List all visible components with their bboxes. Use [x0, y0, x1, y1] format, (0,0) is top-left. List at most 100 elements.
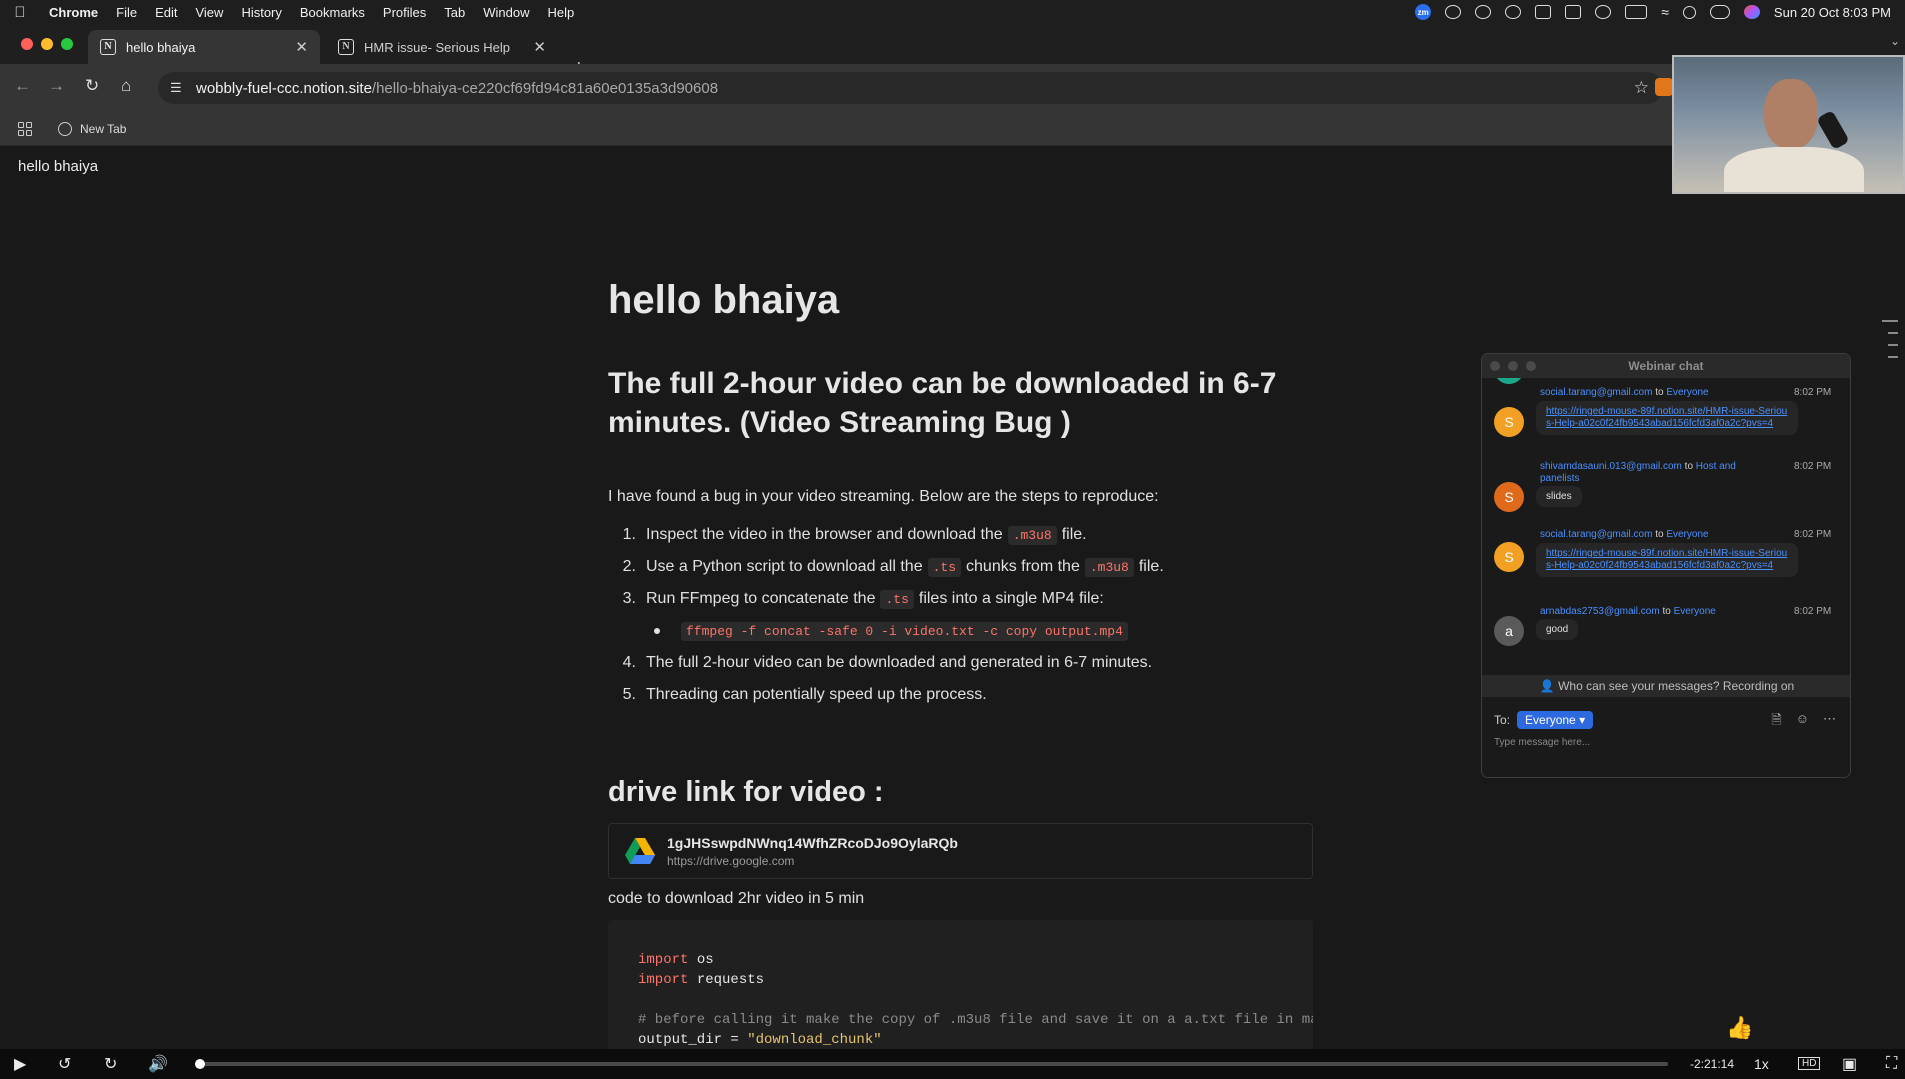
menu-profiles[interactable]: Profiles — [374, 5, 435, 20]
close-icon[interactable]: ✕ — [533, 38, 546, 56]
chat-message-input[interactable]: Type message here... — [1494, 737, 1590, 748]
list-number: 2. — [622, 558, 636, 575]
chat-visibility-banner[interactable]: 👤 Who can see your messages? Recording o… — [1482, 675, 1850, 697]
battery-icon[interactable] — [1625, 5, 1648, 19]
chat-close-button[interactable] — [1490, 361, 1500, 371]
hd-icon[interactable]: HD — [1798, 1057, 1821, 1070]
chat-banner-text: Who can see your messages? Recording on — [1558, 679, 1795, 693]
emoji-icon[interactable]: ☺ — [1796, 711, 1809, 733]
bookmark-star-icon[interactable]: ☆ — [1634, 78, 1649, 98]
chat-to-label: To: — [1494, 713, 1511, 727]
list-item: 3. Run FFmpeg to concatenate the .ts fil… — [608, 583, 1313, 615]
fullscreen-icon[interactable]: ⛶ — [1886, 1055, 1897, 1073]
list-item: ffmpeg -f concat -safe 0 -i video.txt -c… — [608, 615, 1313, 647]
recipient-dropdown[interactable]: Everyone ▾ — [1517, 711, 1594, 729]
menu-file[interactable]: File — [107, 5, 146, 20]
menu-history[interactable]: History — [232, 5, 290, 20]
inline-code: .ts — [927, 557, 962, 577]
wifi-icon[interactable]: ≈ — [1661, 4, 1669, 20]
cloud-icon[interactable] — [1445, 5, 1462, 19]
drive-bookmark-card[interactable]: 1gJHSswpdNWnq14WfhZRcoDJo9OylaRQb https:… — [608, 823, 1313, 879]
minimize-window-button[interactable] — [41, 38, 53, 50]
address-bar[interactable]: ☰ wobbly-fuel-ccc.notion.site/hello-bhai… — [158, 72, 1663, 104]
zoom-icon[interactable]: zm — [1415, 4, 1432, 20]
control-center-icon[interactable] — [1709, 5, 1730, 19]
message-sender: shivamdasauni.013@gmail.com to Host and … — [1540, 461, 1736, 484]
url-path: /hello-bhaiya-ce220cf69fd94c81a60e0135a3… — [371, 79, 719, 97]
apple-icon[interactable]:  — [0, 4, 40, 21]
globe-icon[interactable] — [1475, 5, 1492, 19]
close-window-button[interactable] — [21, 38, 33, 50]
bookmarks-bar: New Tab — [0, 112, 1905, 146]
playback-progress-bar[interactable] — [195, 1059, 1668, 1069]
chat-maximize-button[interactable] — [1526, 361, 1536, 371]
tab-title: hello bhaiya — [126, 39, 196, 55]
more-icon[interactable]: ⋯ — [1823, 711, 1836, 733]
moon-icon[interactable] — [1595, 5, 1612, 19]
playback-speed[interactable]: 1x — [1754, 1056, 1769, 1072]
site-settings-icon[interactable]: ☰ — [170, 80, 190, 96]
list-text: chunks from the — [966, 558, 1080, 575]
list-text: Run FFmpeg to concatenate the — [646, 590, 876, 607]
chat-minimize-button[interactable] — [1508, 361, 1518, 371]
chat-message-list[interactable]: social.tarang@gmail.com to Everyone 8:02… — [1482, 378, 1850, 673]
home-icon[interactable]: ⌂ — [121, 76, 131, 96]
picture-in-picture-icon[interactable]: ▣ — [1842, 1054, 1857, 1074]
mac-menubar:  Chrome File Edit View History Bookmark… — [0, 0, 1905, 24]
tab-hello-bhaiya[interactable]: N hello bhaiya ✕ — [88, 30, 320, 64]
menubar-clock[interactable]: Sun 20 Oct 8:03 PM — [1774, 5, 1891, 20]
message-link[interactable]: https://ringed-mouse-89f.notion.site/HMR… — [1536, 401, 1798, 435]
google-drive-icon — [625, 838, 655, 864]
metamask-extension-icon[interactable] — [1655, 78, 1673, 96]
forward-icon[interactable]: → — [48, 76, 65, 96]
menu-edit[interactable]: Edit — [146, 5, 186, 20]
progress-knob[interactable] — [195, 1059, 206, 1069]
menu-bookmarks[interactable]: Bookmarks — [291, 5, 374, 20]
close-icon[interactable]: ✕ — [295, 38, 308, 56]
keyboard-icon[interactable] — [1565, 5, 1582, 19]
tab-strip: N hello bhaiya ✕ N HMR issue- Serious He… — [0, 24, 1905, 79]
list-text: Inspect the video in the browser and dow… — [646, 526, 1003, 543]
apps-grid-icon[interactable] — [18, 121, 32, 136]
message-time: 8:02 PM — [1794, 529, 1832, 540]
list-number: 1. — [622, 526, 636, 543]
code-block[interactable]: import os import requests # before calli… — [608, 920, 1313, 1060]
menu-app-name[interactable]: Chrome — [40, 5, 107, 20]
file-icon[interactable]: 🗎 — [1771, 711, 1781, 733]
vpn-icon[interactable] — [1505, 5, 1522, 19]
page-outline-icon[interactable] — [1882, 320, 1898, 368]
list-item: 5. Threading can potentially speed up th… — [608, 679, 1313, 711]
message-link[interactable]: https://ringed-mouse-89f.notion.site/HMR… — [1536, 543, 1798, 577]
menu-window[interactable]: Window — [474, 5, 538, 20]
volume-icon[interactable]: 🔊 — [148, 1054, 168, 1074]
notion-topbar-title[interactable]: hello bhaiya — [18, 158, 98, 175]
code-comment: # before calling it make the copy of .m3… — [638, 1012, 1313, 1028]
ffmpeg-command: ffmpeg -f concat -safe 0 -i video.txt -c… — [681, 621, 1128, 641]
chat-title-bar[interactable]: Webinar chat — [1482, 354, 1850, 378]
bag-icon[interactable] — [1535, 5, 1552, 19]
menu-tab[interactable]: Tab — [435, 5, 474, 20]
list-text: files into a single MP4 file: — [918, 590, 1104, 607]
bookmark-new-tab[interactable]: New Tab — [80, 122, 126, 136]
forward-icon[interactable]: ↻ — [104, 1054, 117, 1074]
siri-icon[interactable] — [1743, 5, 1760, 19]
maximize-window-button[interactable] — [61, 38, 73, 50]
menu-view[interactable]: View — [186, 5, 232, 20]
message-time: 8:02 PM — [1794, 461, 1832, 472]
list-number: 3. — [622, 590, 636, 607]
microphone-icon — [1816, 109, 1850, 151]
drive-url: https://drive.google.com — [667, 853, 795, 868]
url-domain: wobbly-fuel-ccc.notion.site — [196, 79, 372, 97]
chevron-down-icon[interactable]: ⌄ — [1890, 34, 1900, 48]
back-icon[interactable]: ← — [14, 76, 31, 96]
search-icon[interactable] — [1682, 5, 1696, 19]
rewind-icon[interactable]: ↺ — [58, 1054, 71, 1074]
play-icon[interactable]: ▶ — [14, 1054, 26, 1074]
reload-icon[interactable]: ↻ — [85, 76, 99, 96]
list-item: 4. The full 2-hour video can be download… — [608, 647, 1313, 679]
globe-icon — [58, 121, 72, 136]
webcam-video — [1672, 55, 1905, 194]
menu-help[interactable]: Help — [539, 5, 584, 20]
tab-hmr-issue[interactable]: N HMR issue- Serious Help ✕ — [326, 30, 558, 64]
list-text: Use a Python script to download all the — [646, 558, 923, 575]
